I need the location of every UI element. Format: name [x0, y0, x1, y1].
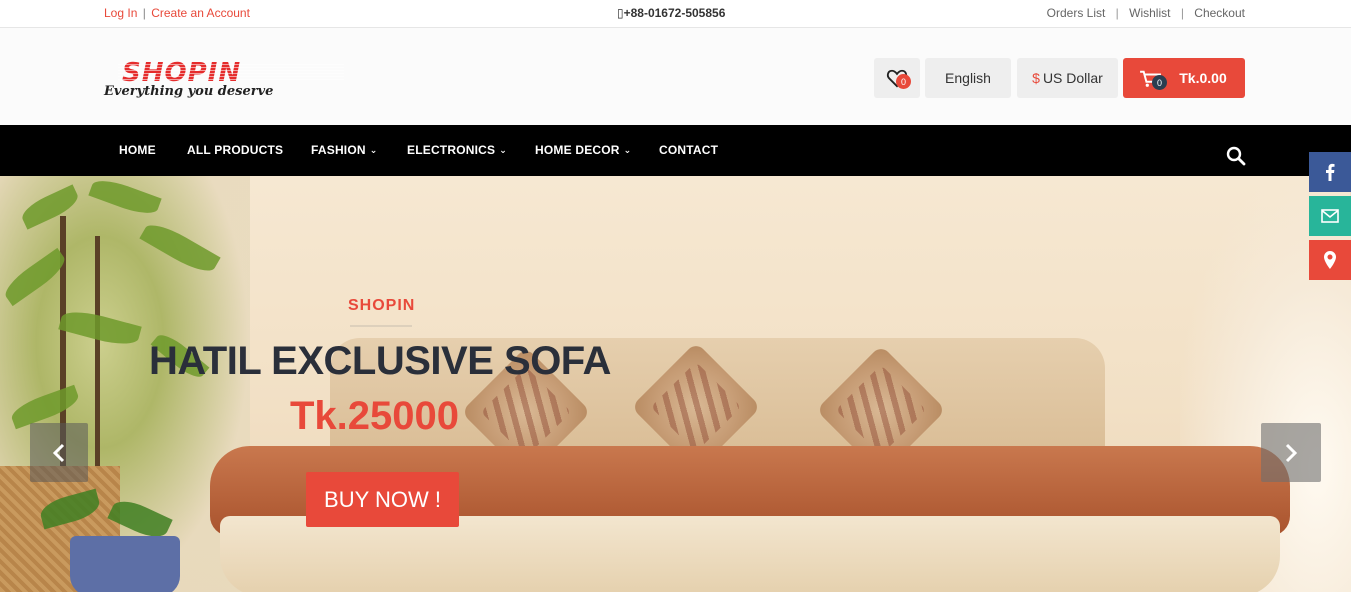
wishlist-count-badge: 0	[896, 74, 911, 89]
slider-next-button[interactable]	[1261, 423, 1321, 482]
top-bar: Log In | Create an Account ▯+88-01672-50…	[0, 0, 1351, 28]
nav-contact[interactable]: CONTACT	[659, 143, 718, 157]
nav-label: FASHION	[311, 143, 366, 157]
logo-tagline: Everything you deserve	[104, 84, 274, 99]
nav-home-decor[interactable]: HOME DECOR ⌄	[535, 143, 631, 157]
currency-select[interactable]: $ US Dollar	[1017, 58, 1118, 98]
chevron-right-icon	[1285, 443, 1298, 462]
main-nav: HOME ALL PRODUCTS FASHION ⌄ ELECTRONICS ⌄ …	[0, 125, 1351, 176]
dollar-icon: $	[1032, 70, 1040, 86]
orders-list-link[interactable]: Orders List	[1047, 6, 1106, 20]
map-pin-icon	[1324, 251, 1336, 269]
hero-subtitle: SHOPIN	[348, 297, 416, 314]
nav-all-products[interactable]: ALL PRODUCTS	[187, 143, 283, 157]
checkout-link[interactable]: Checkout	[1194, 6, 1245, 20]
hero-title: HATIL EXCLUSIVE SOFA	[149, 339, 611, 383]
top-right-links: Orders List | Wishlist | Checkout	[1047, 6, 1245, 20]
cart-count-badge: 0	[1152, 75, 1167, 90]
nav-fashion[interactable]: FASHION ⌄	[311, 143, 378, 157]
divider: |	[1115, 6, 1119, 20]
nav-label: HOME	[119, 143, 156, 157]
nav-label: ALL PRODUCTS	[187, 143, 284, 157]
chevron-left-icon	[52, 443, 65, 462]
divider: |	[1180, 6, 1184, 20]
chevron-down-icon: ⌄	[369, 145, 378, 155]
language-label: English	[945, 70, 991, 86]
site-logo[interactable]: SHOPIN Everything you deserve	[104, 58, 349, 100]
plant-pot	[70, 536, 180, 592]
language-select[interactable]: English	[925, 58, 1011, 98]
create-account-link[interactable]: Create an Account	[151, 6, 250, 20]
sofa-base	[220, 516, 1280, 592]
hero-price: Tk.25000	[290, 394, 460, 438]
hero-divider	[350, 325, 412, 327]
currency-label: US Dollar	[1042, 70, 1103, 86]
nav-label: CONTACT	[659, 143, 719, 157]
facebook-button[interactable]	[1309, 152, 1351, 192]
slider-prev-button[interactable]	[30, 423, 88, 482]
nav-home[interactable]: HOME	[119, 143, 156, 157]
header: SHOPIN Everything you deserve 0 English …	[0, 28, 1351, 125]
search-icon[interactable]	[1226, 146, 1246, 171]
email-button[interactable]	[1309, 196, 1351, 236]
phone-icon: ▯	[617, 6, 624, 20]
separator: |	[142, 6, 146, 20]
nav-electronics[interactable]: ELECTRONICS ⌄	[407, 143, 507, 157]
cart-button[interactable]: 0 Tk.0.00	[1123, 58, 1245, 98]
account-links: Log In | Create an Account	[104, 6, 250, 20]
cart-total: Tk.0.00	[1179, 70, 1227, 86]
wishlist-button[interactable]: 0	[874, 58, 920, 98]
chevron-down-icon: ⌄	[499, 145, 507, 155]
login-link[interactable]: Log In	[104, 6, 137, 20]
nav-label: ELECTRONICS	[407, 143, 496, 157]
phone-text: +88-01672-505856	[623, 6, 726, 20]
facebook-icon	[1326, 163, 1335, 181]
hero-slider: SHOPIN HATIL EXCLUSIVE SOFA Tk.25000 BUY…	[0, 176, 1351, 592]
location-button[interactable]	[1309, 240, 1351, 280]
phone-number: ▯+88-01672-505856	[617, 6, 725, 20]
mail-icon	[1321, 209, 1339, 223]
wishlist-link[interactable]: Wishlist	[1129, 6, 1170, 20]
nav-label: HOME DECOR	[535, 143, 620, 157]
buy-now-button[interactable]: BUY NOW !	[306, 472, 459, 527]
chevron-down-icon: ⌄	[623, 145, 632, 155]
